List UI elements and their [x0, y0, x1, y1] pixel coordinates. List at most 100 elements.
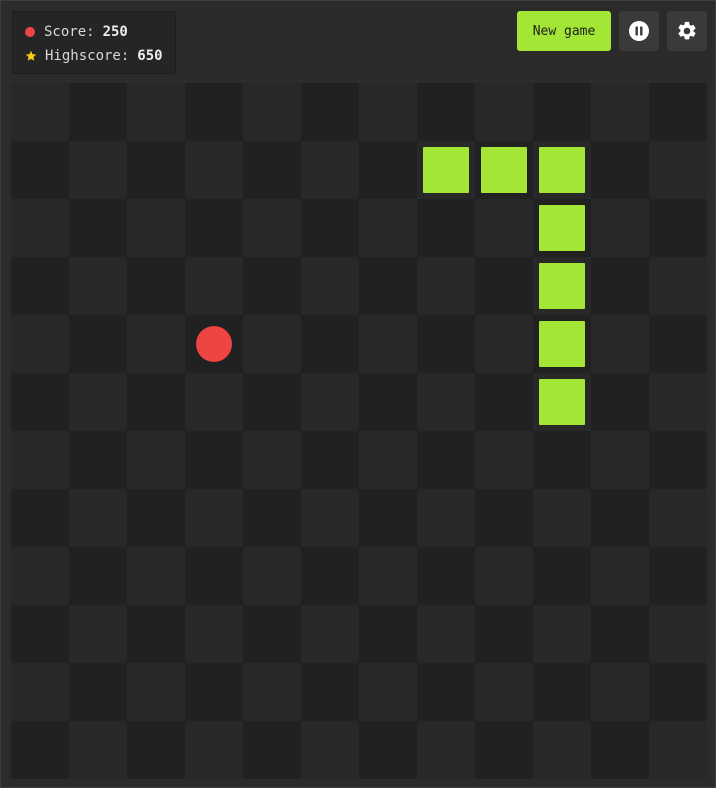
board-cell: [11, 721, 69, 779]
board-cell: [417, 257, 475, 315]
board-cell: [301, 315, 359, 373]
board-cell: [301, 199, 359, 257]
board-cell: [475, 83, 533, 141]
board-cell: [69, 83, 127, 141]
board-cell: [69, 257, 127, 315]
game-board[interactable]: [11, 83, 707, 779]
board-cell: [591, 663, 649, 721]
board-cell: [649, 721, 707, 779]
board-cell: [11, 373, 69, 431]
board-cell: [11, 547, 69, 605]
board-cell: [127, 315, 185, 373]
board-cell: [591, 141, 649, 199]
board-cell: [185, 199, 243, 257]
board-cell: [649, 547, 707, 605]
board-cell: [591, 373, 649, 431]
board-cell: [417, 605, 475, 663]
board-cell: [591, 199, 649, 257]
board-cell: [69, 605, 127, 663]
pause-button[interactable]: [619, 11, 659, 51]
board-cell: [649, 431, 707, 489]
board-cell: [11, 605, 69, 663]
board-cell: [533, 547, 591, 605]
board-cell: [301, 663, 359, 721]
board-cell: [243, 315, 301, 373]
board-cell: [359, 257, 417, 315]
snake-segment: [539, 379, 585, 425]
settings-button[interactable]: [667, 11, 707, 51]
board-cell: [475, 199, 533, 257]
board-cell: [533, 431, 591, 489]
board-cell: [243, 605, 301, 663]
board-cell: [475, 431, 533, 489]
board-cell: [301, 257, 359, 315]
board-cell: [69, 547, 127, 605]
board-cell: [11, 489, 69, 547]
board-cell: [417, 663, 475, 721]
board-cell: [591, 83, 649, 141]
board-cell: [69, 489, 127, 547]
board-cell: [417, 547, 475, 605]
board-cell: [359, 431, 417, 489]
board-cell: [127, 141, 185, 199]
score-value: 250: [102, 24, 128, 40]
board-cell: [127, 721, 185, 779]
board-cell: [185, 431, 243, 489]
board-cell: [243, 141, 301, 199]
board-cell: [185, 489, 243, 547]
board-cell: [185, 257, 243, 315]
game-window: Score: 250 Highscore: 650 New game: [0, 0, 716, 788]
board-cell: [301, 721, 359, 779]
board-cell: [591, 257, 649, 315]
board-cell: [649, 489, 707, 547]
board-cell: [243, 489, 301, 547]
board-cell: [649, 605, 707, 663]
board-cell: [359, 83, 417, 141]
board-cell: [243, 663, 301, 721]
board-cell: [417, 199, 475, 257]
board-cell: [359, 663, 417, 721]
board-cell: [243, 431, 301, 489]
red-dot-icon: [25, 27, 35, 37]
board-cell: [69, 141, 127, 199]
snake-segment: [539, 147, 585, 193]
board-cell: [359, 605, 417, 663]
board-cell: [533, 83, 591, 141]
score-row: Score: 250: [25, 23, 128, 41]
pause-icon: [629, 21, 649, 41]
board-cell: [475, 721, 533, 779]
board-cell: [243, 257, 301, 315]
board-cell: [11, 83, 69, 141]
board-cell: [417, 431, 475, 489]
snake-segment: [539, 263, 585, 309]
board-cell: [591, 431, 649, 489]
board-cell: [243, 199, 301, 257]
board-cell: [185, 141, 243, 199]
board-cell: [301, 83, 359, 141]
highscore-label: Highscore:: [45, 48, 130, 64]
board-cell: [475, 663, 533, 721]
board-cell: [127, 83, 185, 141]
snake-head: [423, 147, 469, 193]
board-cell: [417, 315, 475, 373]
board-cell: [359, 721, 417, 779]
board-cell: [649, 315, 707, 373]
board-cell: [127, 257, 185, 315]
board-cell: [69, 721, 127, 779]
board-cell: [301, 547, 359, 605]
new-game-button[interactable]: New game: [517, 11, 611, 51]
board-cell: [475, 315, 533, 373]
board-cell: [359, 315, 417, 373]
board-cell: [185, 83, 243, 141]
board-cell: [185, 547, 243, 605]
board-cell: [11, 257, 69, 315]
board-cell: [301, 431, 359, 489]
board-cell: [649, 663, 707, 721]
board-cell: [359, 547, 417, 605]
snake-segment: [539, 205, 585, 251]
board-cell: [127, 547, 185, 605]
board-cell: [533, 663, 591, 721]
board-cell: [185, 663, 243, 721]
board-cell: [243, 83, 301, 141]
board-cell: [649, 83, 707, 141]
